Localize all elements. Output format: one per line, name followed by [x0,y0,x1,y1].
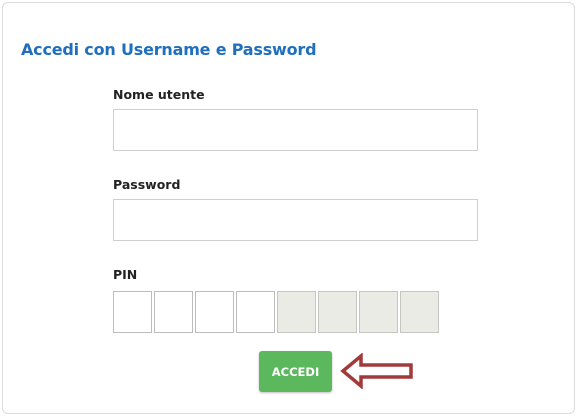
pin-digit-3[interactable] [195,291,234,333]
pin-input-group [113,291,441,333]
pin-digit-7 [359,291,398,333]
accedi-button[interactable]: ACCEDI [259,351,332,392]
pin-label: PIN [113,267,138,282]
pin-digit-5 [277,291,316,333]
password-input[interactable] [113,199,478,241]
pin-digit-6 [318,291,357,333]
left-arrow-icon [340,353,413,389]
pin-digit-2[interactable] [154,291,193,333]
login-card: Accedi con Username e Password Nome uten… [2,2,575,414]
form-title: Accedi con Username e Password [21,40,317,59]
pin-digit-1[interactable] [113,291,152,333]
pin-digit-8 [400,291,439,333]
pin-digit-4[interactable] [236,291,275,333]
username-label: Nome utente [113,87,205,102]
password-label: Password [113,177,181,192]
username-input[interactable] [113,109,478,151]
